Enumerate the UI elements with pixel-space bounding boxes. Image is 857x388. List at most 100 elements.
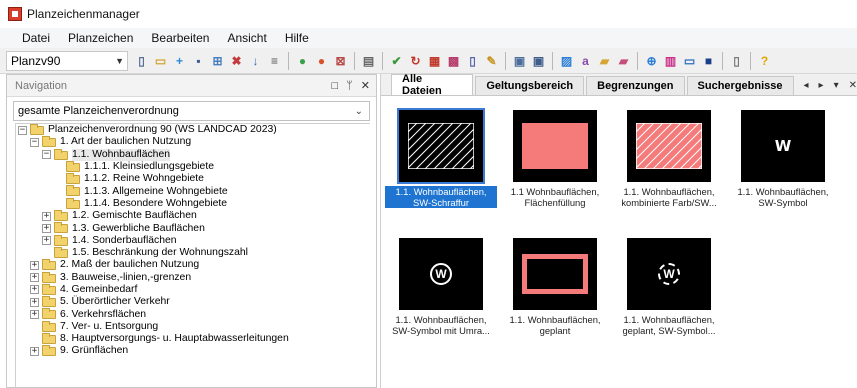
zoom-icon[interactable]: ⊕ xyxy=(643,52,660,69)
collapse-icon[interactable]: − xyxy=(18,125,27,135)
add-icon[interactable]: + xyxy=(171,52,188,69)
tree-item[interactable]: +5. Überörtlicher Verkehr xyxy=(16,296,370,308)
tab-geltungsbereich[interactable]: Geltungsbereich xyxy=(475,76,585,95)
window-icon[interactable]: ▣ xyxy=(511,52,528,69)
tree-item[interactable]: +1.4. Sonderbauflächen xyxy=(16,234,370,247)
hatch-pattern xyxy=(636,123,702,169)
expand-icon[interactable]: + xyxy=(42,236,51,246)
toolbar-separator xyxy=(722,51,723,70)
red-circle-icon[interactable]: ● xyxy=(313,52,330,69)
check-icon[interactable]: ✔ xyxy=(388,52,405,69)
tree-item[interactable]: +1.2. Gemischte Bauflächen xyxy=(16,210,370,222)
tree-item[interactable]: 8. Hauptversorgungs- u. Hauptabwasserlei… xyxy=(16,333,370,345)
image-icon[interactable]: ▨ xyxy=(558,52,575,69)
tree-item[interactable]: +9. Grünflächen xyxy=(16,345,370,357)
tree-item[interactable]: 7. Ver- u. Entsorgung xyxy=(16,320,370,333)
delete-icon[interactable]: ✖ xyxy=(228,52,245,69)
chevron-down-icon[interactable]: ⌄ xyxy=(355,106,363,117)
expand-icon[interactable]: + xyxy=(42,211,51,221)
tab-suchergebnisse[interactable]: Suchergebnisse xyxy=(686,76,794,95)
document-icon[interactable]: ▯ xyxy=(464,52,481,69)
float-panel-icon[interactable]: □ xyxy=(332,80,339,92)
pin-icon[interactable]: ᛘ xyxy=(346,80,353,92)
table-icon[interactable]: ▦ xyxy=(426,52,443,69)
expand-icon[interactable]: + xyxy=(30,346,39,356)
layout-icon[interactable]: ▩ xyxy=(445,52,462,69)
tree-item[interactable]: +4. Gemeinbedarf xyxy=(16,283,370,296)
scope-select[interactable]: gesamte Planzeichenverordnung ⌄ xyxy=(13,101,370,121)
tab-begrenzungen[interactable]: Begrenzungen xyxy=(586,76,685,95)
expand-icon[interactable]: + xyxy=(42,223,51,233)
symbol-tile[interactable]: W 1.1. Wohnbauflächen, SW-Symbol xyxy=(727,102,837,222)
tree-item[interactable]: +3. Bauweise,-linien,-grenzen xyxy=(16,271,370,284)
print-icon[interactable]: ▤ xyxy=(360,52,377,69)
tree-item[interactable]: 1.1.3. Allgemeine Wohngebiete xyxy=(16,185,370,197)
tree-item[interactable]: − 1. Art der baulichen Nutzung xyxy=(16,136,370,148)
symbol-preview xyxy=(513,110,597,182)
open-folder-icon[interactable]: ▭ xyxy=(152,52,169,69)
tree-item[interactable]: 1.1.4. Besondere Wohngebiete xyxy=(16,197,370,210)
collapse-icon[interactable]: − xyxy=(42,150,51,160)
expand-icon[interactable]: + xyxy=(30,297,39,307)
toolbar-separator xyxy=(750,51,751,70)
menu-datei[interactable]: Datei xyxy=(12,31,58,45)
save-icon[interactable]: ▪ xyxy=(190,52,207,69)
sort-icon[interactable]: ↓ xyxy=(247,52,264,69)
expand-icon[interactable]: + xyxy=(30,309,39,319)
close-tab-icon[interactable]: ✕ xyxy=(849,80,857,91)
menu-hilfe[interactable]: Hilfe xyxy=(275,31,317,45)
tree-item[interactable]: − Planzeichenverordnung 90 (WS LANDCAD 20… xyxy=(16,124,370,136)
menu-bar: Datei Planzeichen Bearbeiten Ansicht Hilfe xyxy=(0,28,857,48)
stop-icon[interactable]: ■ xyxy=(700,52,717,69)
scroll-left-icon[interactable]: ◂ xyxy=(804,80,809,91)
symbol-tile[interactable]: 1.1. Wohnbauflächen, geplant xyxy=(499,230,609,350)
page-icon[interactable]: ▯ xyxy=(728,52,745,69)
window2-icon[interactable]: ▣ xyxy=(530,52,547,69)
window-title: Planzeichenmanager xyxy=(27,7,140,21)
chevron-down-icon[interactable]: ▼ xyxy=(115,56,124,66)
green-circle-icon[interactable]: ● xyxy=(294,52,311,69)
close-box-icon[interactable]: ⊠ xyxy=(332,52,349,69)
refresh-icon[interactable]: ↻ xyxy=(407,52,424,69)
menu-bearbeiten[interactable]: Bearbeiten xyxy=(141,31,217,45)
expand-icon[interactable]: + xyxy=(30,285,39,295)
symbol-tile[interactable]: 1.1. Wohnbauflächen, SW-Schraffur xyxy=(385,102,497,222)
tab-list-icon[interactable]: ▾ xyxy=(834,80,839,91)
catalog-combo[interactable]: Planzv90 ▼ xyxy=(6,50,128,71)
collapse-icon[interactable]: − xyxy=(30,137,39,147)
folder-image-icon[interactable]: ▰ xyxy=(596,52,613,69)
tree-item[interactable]: 1.1.1. Kleinsiedlungsgebiete xyxy=(16,160,370,173)
scroll-right-icon[interactable]: ▸ xyxy=(819,80,824,91)
tree-item[interactable]: − 1.1. Wohnbauflächen xyxy=(16,148,370,161)
menu-ansicht[interactable]: Ansicht xyxy=(217,31,274,45)
panel-icon[interactable]: ▭ xyxy=(681,52,698,69)
symbol-tile[interactable]: 1.1. Wohnbauflächen, kombinierte Farb/SW… xyxy=(613,102,723,222)
text-icon[interactable]: a xyxy=(577,52,594,69)
tab-alle-dateien[interactable]: Alle Dateien xyxy=(391,73,474,97)
expand-icon[interactable]: + xyxy=(30,260,39,270)
tree-item[interactable]: +6. Verkehrsflächen xyxy=(16,308,370,320)
tree-item-label: 1.5. Beschränkung der Wohnungszahl xyxy=(72,247,248,259)
pen-icon[interactable]: ✎ xyxy=(483,52,500,69)
tree-item[interactable]: 1.5. Beschränkung der Wohnungszahl xyxy=(16,246,370,259)
folder-icon xyxy=(66,160,80,172)
hierarchy-icon[interactable]: ⊞ xyxy=(209,52,226,69)
tree-item[interactable]: +2. Maß der baulichen Nutzung xyxy=(16,259,370,271)
menu-planzeichen[interactable]: Planzeichen xyxy=(58,31,141,45)
symbol-tile[interactable]: W 1.1. Wohnbauflächen, geplant, SW-Symbol… xyxy=(613,230,723,350)
toolbar-separator xyxy=(288,51,289,70)
folder-pink-icon[interactable]: ▰ xyxy=(615,52,632,69)
tree-item[interactable]: +1.3. Gewerbliche Bauflächen xyxy=(16,222,370,234)
tree-item-label: 1.4. Sonderbauflächen xyxy=(72,234,177,246)
list-icon[interactable]: ≡ xyxy=(266,52,283,69)
expand-icon[interactable]: + xyxy=(30,273,39,283)
symbol-preview: W xyxy=(741,110,825,182)
symbol-tile[interactable]: 1.1 Wohnbauflächen, Flächenfüllung xyxy=(499,102,609,222)
new-document-icon[interactable]: ▯ xyxy=(133,52,150,69)
symbol-tile[interactable]: W 1.1. Wohnbauflächen, SW-Symbol mit Umra… xyxy=(385,230,495,350)
close-panel-icon[interactable]: ✕ xyxy=(361,79,370,92)
help-icon[interactable]: ? xyxy=(756,52,773,69)
folder-icon xyxy=(42,296,56,308)
tree-item[interactable]: 1.1.2. Reine Wohngebiete xyxy=(16,173,370,185)
chart-icon[interactable]: ▥ xyxy=(662,52,679,69)
